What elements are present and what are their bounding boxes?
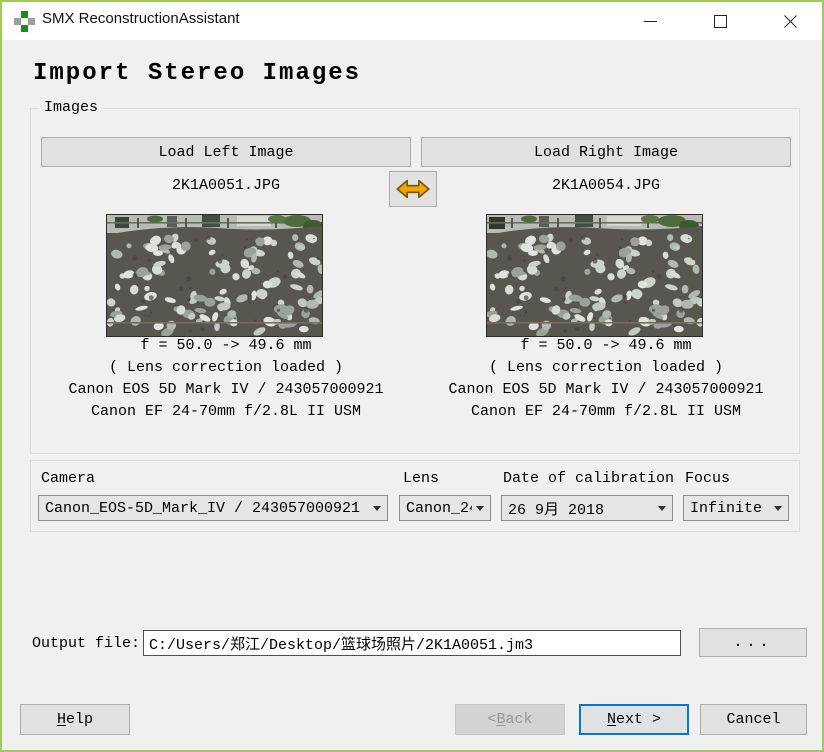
left-lens-info: Canon EF 24-70mm f/2.8L II USM <box>41 401 411 423</box>
load-right-image-button[interactable]: Load Right Image <box>421 137 791 167</box>
camera-select-value: Canon_EOS-5D_Mark_IV / 243057000921 <box>45 500 369 517</box>
output-file-input[interactable] <box>143 630 681 656</box>
right-lens-info: Canon EF 24-70mm f/2.8L II USM <box>421 401 791 423</box>
left-filename: 2K1A0051.JPG <box>41 177 411 194</box>
focus-label: Focus <box>685 470 730 487</box>
window-title: SMX ReconstructionAssistant <box>42 10 240 27</box>
left-camera-info: Canon EOS 5D Mark IV / 243057000921 <box>41 379 411 401</box>
right-focal-length: f = 50.0 -> 49.6 mm <box>421 335 791 357</box>
maximize-icon <box>714 15 727 28</box>
swap-arrows-icon <box>393 177 433 201</box>
lens-label: Lens <box>403 470 439 487</box>
back-button[interactable]: < Back <box>455 704 565 735</box>
lens-select-value: Canon_24- <box>406 500 472 517</box>
lens-select[interactable]: Canon_24- <box>399 495 491 521</box>
camera-label: Camera <box>41 470 95 487</box>
right-lens-correction: ( Lens correction loaded ) <box>421 357 791 379</box>
focus-select[interactable]: Infinite <box>683 495 789 521</box>
images-group: Images Load Left Image Load Right Image … <box>30 108 800 454</box>
swap-images-button[interactable] <box>389 171 437 207</box>
load-left-image-button[interactable]: Load Left Image <box>41 137 411 167</box>
help-button[interactable]: Help <box>20 704 130 735</box>
date-select-value: 26 9月 2018 <box>508 498 654 519</box>
close-icon <box>783 14 798 29</box>
right-image-info: f = 50.0 -> 49.6 mm ( Lens correction lo… <box>421 335 791 423</box>
date-of-calibration-select[interactable]: 26 9月 2018 <box>501 495 673 521</box>
close-button[interactable] <box>768 2 812 40</box>
date-of-calibration-label: Date of calibration <box>503 470 674 487</box>
right-filename: 2K1A0054.JPG <box>421 177 791 194</box>
left-image-preview <box>106 214 323 337</box>
left-lens-correction: ( Lens correction loaded ) <box>41 357 411 379</box>
calibration-group: Camera Lens Date of calibration Focus Ca… <box>30 460 800 532</box>
cancel-button[interactable]: Cancel <box>700 704 807 735</box>
chevron-down-icon <box>476 506 484 511</box>
window: SMX ReconstructionAssistant Import Stere… <box>0 0 824 752</box>
chevron-down-icon <box>774 506 782 511</box>
maximize-button[interactable] <box>698 2 742 40</box>
camera-select[interactable]: Canon_EOS-5D_Mark_IV / 243057000921 <box>38 495 388 521</box>
page-title: Import Stereo Images <box>33 60 361 87</box>
next-button[interactable]: Next > <box>579 704 689 735</box>
minimize-button[interactable] <box>628 2 672 40</box>
chevron-down-icon <box>658 506 666 511</box>
smx-app-icon <box>14 11 35 32</box>
focus-select-value: Infinite <box>690 500 770 517</box>
chevron-down-icon <box>373 506 381 511</box>
minimize-icon <box>644 21 657 22</box>
left-image-info: f = 50.0 -> 49.6 mm ( Lens correction lo… <box>41 335 411 423</box>
browse-button[interactable]: ... <box>699 628 807 657</box>
right-image-preview <box>486 214 703 337</box>
left-focal-length: f = 50.0 -> 49.6 mm <box>41 335 411 357</box>
images-group-label: Images <box>39 99 103 116</box>
titlebar: SMX ReconstructionAssistant <box>2 2 822 40</box>
output-file-label: Output file: <box>32 635 140 652</box>
right-camera-info: Canon EOS 5D Mark IV / 243057000921 <box>421 379 791 401</box>
